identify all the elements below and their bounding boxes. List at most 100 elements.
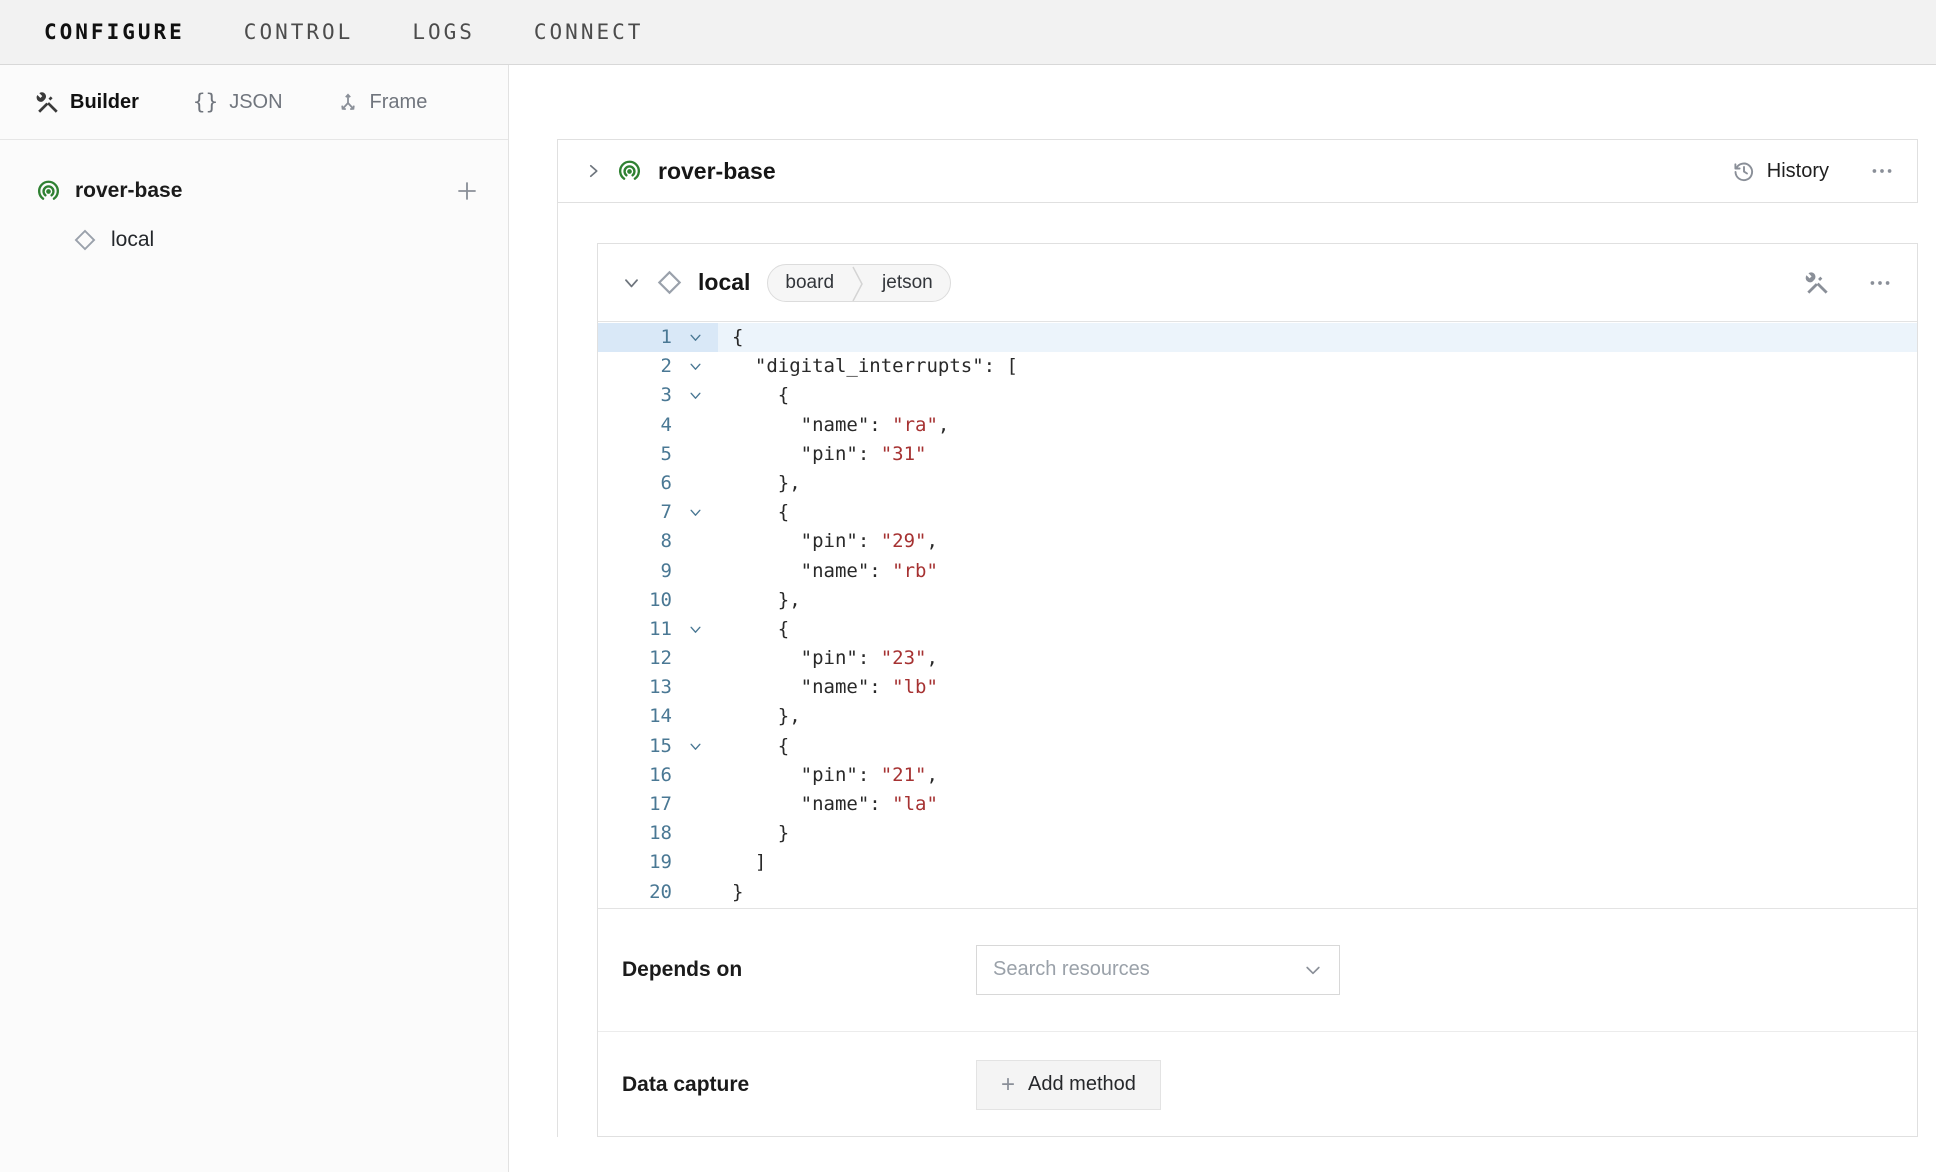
line-number: 15 xyxy=(598,732,672,761)
depends-on-select[interactable]: Search resources xyxy=(976,945,1340,995)
fold-spacer xyxy=(672,878,718,907)
code-editor[interactable]: 1{2 "digital_interrupts": [3 {4 "name": … xyxy=(598,321,1917,909)
line-code[interactable]: { xyxy=(718,381,1917,410)
tree-item-machine[interactable]: rover-base xyxy=(0,168,508,214)
expand-machine-chevron-right-icon[interactable] xyxy=(580,162,606,180)
line-code[interactable]: } xyxy=(718,878,1917,907)
editor-line[interactable]: 10 }, xyxy=(598,586,1917,615)
line-code[interactable]: "pin": "23", xyxy=(718,644,1917,673)
tools-icon[interactable] xyxy=(1804,270,1829,295)
line-code[interactable]: "pin": "21", xyxy=(718,761,1917,790)
editor-line[interactable]: 14 }, xyxy=(598,702,1917,731)
history-button[interactable]: History xyxy=(1732,159,1829,183)
fold-chevron-down-icon[interactable] xyxy=(672,323,718,352)
editor-line[interactable]: 19 ] xyxy=(598,848,1917,877)
line-code[interactable]: { xyxy=(718,732,1917,761)
tools-icon xyxy=(35,90,59,114)
tab-configure[interactable]: CONFIGURE xyxy=(44,20,185,44)
line-code[interactable]: "pin": "31" xyxy=(718,440,1917,469)
editor-line[interactable]: 7 { xyxy=(598,498,1917,527)
fold-spacer xyxy=(672,761,718,790)
line-code[interactable]: { xyxy=(718,498,1917,527)
line-number: 1 xyxy=(598,323,672,352)
line-number: 5 xyxy=(598,440,672,469)
tree-machine-name: rover-base xyxy=(75,179,454,203)
fold-spacer xyxy=(672,586,718,615)
tab-connect[interactable]: CONNECT xyxy=(534,20,644,44)
fold-spacer xyxy=(672,469,718,498)
add-resource-button[interactable] xyxy=(454,178,480,204)
history-icon xyxy=(1732,159,1756,183)
editor-line[interactable]: 11 { xyxy=(598,615,1917,644)
fold-chevron-down-icon[interactable] xyxy=(672,352,718,381)
history-label: History xyxy=(1767,160,1829,183)
fold-chevron-down-icon[interactable] xyxy=(672,381,718,410)
sidebar: Builder {} JSON Frame xyxy=(0,65,509,1172)
fold-spacer xyxy=(672,673,718,702)
line-number: 20 xyxy=(598,878,672,907)
line-code[interactable]: "digital_interrupts": [ xyxy=(718,352,1917,381)
top-nav-bar: CONFIGURE CONTROL LOGS CONNECT xyxy=(0,0,1936,65)
line-code[interactable]: } xyxy=(718,819,1917,848)
editor-line[interactable]: 20} xyxy=(598,878,1917,907)
fold-spacer xyxy=(672,819,718,848)
editor-line[interactable]: 18 } xyxy=(598,819,1917,848)
plus-icon: + xyxy=(1001,1073,1015,1097)
fold-spacer xyxy=(672,790,718,819)
fold-chevron-down-icon[interactable] xyxy=(672,732,718,761)
line-number: 8 xyxy=(598,527,672,556)
line-number: 9 xyxy=(598,557,672,586)
editor-line[interactable]: 2 "digital_interrupts": [ xyxy=(598,352,1917,381)
machine-more-menu-button[interactable] xyxy=(1869,158,1895,184)
fold-spacer xyxy=(672,848,718,877)
add-method-button[interactable]: + Add method xyxy=(976,1060,1161,1110)
editor-line[interactable]: 12 "pin": "23", xyxy=(598,644,1917,673)
editor-line[interactable]: 13 "name": "lb" xyxy=(598,673,1917,702)
line-code[interactable]: "name": "la" xyxy=(718,790,1917,819)
editor-line[interactable]: 1{ xyxy=(598,323,1917,352)
view-tab-label: Builder xyxy=(70,91,139,114)
line-code[interactable]: { xyxy=(718,615,1917,644)
view-tab-label: JSON xyxy=(229,91,282,114)
editor-line[interactable]: 16 "pin": "21", xyxy=(598,761,1917,790)
editor-line[interactable]: 9 "name": "rb" xyxy=(598,557,1917,586)
editor-line[interactable]: 4 "name": "ra", xyxy=(598,411,1917,440)
fold-chevron-down-icon[interactable] xyxy=(672,498,718,527)
line-code[interactable]: }, xyxy=(718,702,1917,731)
line-number: 12 xyxy=(598,644,672,673)
editor-line[interactable]: 6 }, xyxy=(598,469,1917,498)
view-tab-builder[interactable]: Builder xyxy=(35,90,139,114)
view-tab-json[interactable]: {} JSON xyxy=(193,90,283,114)
line-number: 11 xyxy=(598,615,672,644)
line-number: 16 xyxy=(598,761,672,790)
line-code[interactable]: }, xyxy=(718,469,1917,498)
editor-line[interactable]: 3 { xyxy=(598,381,1917,410)
line-code[interactable]: "name": "rb" xyxy=(718,557,1917,586)
editor-line[interactable]: 15 { xyxy=(598,732,1917,761)
line-number: 19 xyxy=(598,848,672,877)
collapse-resource-chevron-down-icon[interactable] xyxy=(618,273,644,292)
resource-more-menu-button[interactable] xyxy=(1867,270,1893,296)
line-code[interactable]: "name": "lb" xyxy=(718,673,1917,702)
line-number: 17 xyxy=(598,790,672,819)
line-code[interactable]: { xyxy=(718,323,1917,352)
line-code[interactable]: "name": "ra", xyxy=(718,411,1917,440)
machine-online-icon xyxy=(616,158,643,185)
view-tab-frame[interactable]: Frame xyxy=(337,91,428,114)
line-code[interactable]: "pin": "29", xyxy=(718,527,1917,556)
editor-line[interactable]: 8 "pin": "29", xyxy=(598,527,1917,556)
line-number: 10 xyxy=(598,586,672,615)
add-method-label: Add method xyxy=(1028,1073,1136,1096)
resource-tree: rover-base local xyxy=(0,140,508,266)
tab-logs[interactable]: LOGS xyxy=(412,20,475,44)
editor-line[interactable]: 17 "name": "la" xyxy=(598,790,1917,819)
machine-online-icon xyxy=(35,178,62,205)
tab-control[interactable]: CONTROL xyxy=(244,20,354,44)
fold-spacer xyxy=(672,702,718,731)
editor-line[interactable]: 5 "pin": "31" xyxy=(598,440,1917,469)
diamond-icon xyxy=(73,228,97,252)
line-code[interactable]: }, xyxy=(718,586,1917,615)
fold-chevron-down-icon[interactable] xyxy=(672,615,718,644)
line-code[interactable]: ] xyxy=(718,848,1917,877)
tree-item-local[interactable]: local xyxy=(0,214,508,266)
